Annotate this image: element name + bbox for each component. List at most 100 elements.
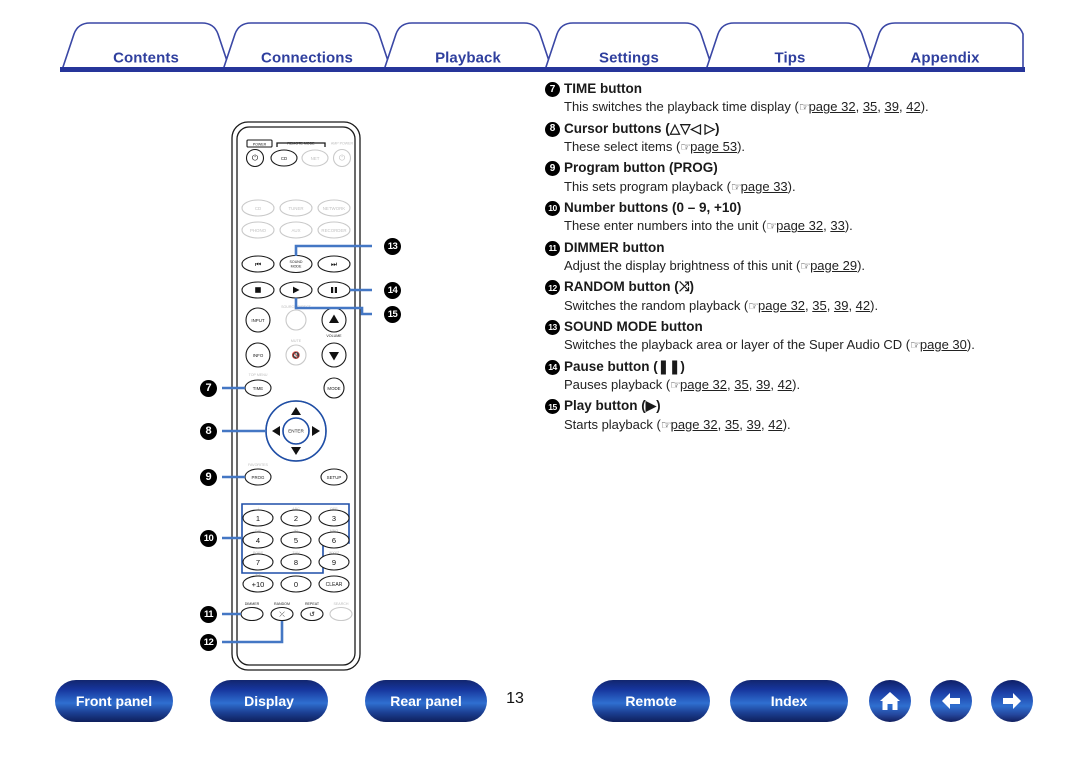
entry-body: This sets program playback (☞page 33). [564, 178, 1045, 196]
svg-text:6: 6 [332, 536, 336, 545]
svg-text:SETUP: SETUP [327, 475, 342, 480]
page-reference-link[interactable]: 39 [747, 417, 761, 432]
page-reference-link[interactable]: 42 [856, 298, 870, 313]
tab-appendix[interactable]: Appendix [867, 50, 1023, 67]
entry-body: These enter numbers into the unit (☞page… [564, 217, 1045, 235]
entry-title: SOUND MODE button [564, 319, 703, 335]
entry-badge-8: 8 [545, 121, 560, 137]
svg-text:AUX: AUX [291, 228, 300, 233]
svg-text:9: 9 [332, 558, 336, 567]
footer-button-index[interactable]: Index [730, 680, 848, 722]
entry-text: ). [870, 297, 879, 313]
entry-body: Pauses playback (☞page 32, 35, 39, 42). [564, 376, 1045, 394]
page-reference-link[interactable]: page 33 [741, 179, 788, 194]
tab-connections[interactable]: Connections [223, 50, 391, 67]
page-reference-link[interactable]: 42 [768, 417, 782, 432]
svg-text:MUTE: MUTE [291, 339, 302, 343]
page-reference-link[interactable]: 33 [830, 218, 844, 233]
footer-button-rear-panel[interactable]: Rear panel [365, 680, 487, 722]
footer-button-front-panel[interactable]: Front panel [55, 680, 173, 722]
footer-button-display[interactable]: Display [210, 680, 328, 722]
entry-body: Switches the random playback (☞page 32, … [564, 297, 1045, 315]
page-reference-link[interactable]: page 32 [758, 298, 805, 313]
entry-text: ). [787, 178, 796, 194]
svg-text:SOUND: SOUND [290, 260, 303, 264]
manual-page: Contents Connections Playback Settings T… [0, 0, 1080, 761]
page-reference-link[interactable]: page 30 [920, 337, 967, 352]
svg-text:REMOTE MODE: REMOTE MODE [287, 141, 315, 145]
home-button[interactable] [869, 680, 911, 722]
entry-body: This switches the playback time display … [564, 98, 1045, 116]
svg-text:+10: +10 [252, 580, 265, 589]
svg-text:VOLUME: VOLUME [326, 334, 342, 338]
description-entry: 14 Pause button (❚❚) Pauses playback (☞pag… [545, 358, 1045, 395]
svg-text:CD: CD [255, 206, 261, 211]
footer-navigation: Front panel Display Rear panel 13 Remote… [0, 680, 1080, 740]
description-entry: 9 Program button (PROG) This sets program … [545, 159, 1045, 196]
description-heading: 13 SOUND MODE button [545, 318, 1045, 336]
page-reference-link[interactable]: page 32 [809, 99, 856, 114]
page-reference-link[interactable]: 39 [834, 298, 848, 313]
entry-text: Starts playback ( [564, 416, 661, 432]
page-reference-link[interactable]: 35 [863, 99, 877, 114]
page-reference-link[interactable]: 39 [756, 377, 770, 392]
page-reference-link[interactable]: 42 [906, 99, 920, 114]
description-entry: 15 Play button (▶) Starts playback (☞page … [545, 397, 1045, 434]
page-reference-link[interactable]: 35 [812, 298, 826, 313]
arrow-right-icon [1000, 689, 1024, 713]
description-heading: 9 Program button (PROG) [545, 159, 1045, 177]
entry-text: This sets program playback ( [564, 178, 731, 194]
pointing-hand-icon: ☞ [800, 258, 811, 273]
back-button[interactable] [930, 680, 972, 722]
entry-badge-7: 7 [545, 82, 560, 97]
page-reference-link[interactable]: 35 [725, 417, 739, 432]
entry-text: Pauses playback ( [564, 376, 671, 392]
svg-text:DIMMER: DIMMER [245, 602, 260, 606]
entry-text: , [739, 416, 747, 432]
entry-text: , [826, 297, 834, 313]
svg-text:4: 4 [256, 536, 260, 545]
pointing-hand-icon: ☞ [680, 139, 691, 154]
page-reference-link[interactable]: 35 [734, 377, 748, 392]
svg-text:⏭: ⏭ [331, 261, 338, 268]
entry-text: ). [857, 257, 866, 273]
pointing-hand-icon: ☞ [670, 377, 681, 392]
callout-15: 15 [384, 306, 401, 323]
page-reference-link[interactable]: page 29 [810, 258, 857, 273]
svg-text:NET: NET [311, 156, 320, 161]
callout-8: 8 [200, 423, 217, 440]
entry-text: ). [966, 337, 975, 353]
svg-text:⏻: ⏻ [339, 153, 346, 162]
pointing-hand-icon: ☞ [798, 100, 810, 115]
svg-text:1: 1 [256, 514, 260, 523]
entry-title: Number buttons (0 – 9, +10) [564, 200, 742, 216]
svg-text:INPUT: INPUT [251, 318, 264, 323]
footer-button-remote[interactable]: Remote [592, 680, 710, 722]
description-entry: 12 RANDOM button (⤨) Switches the random p… [545, 278, 1045, 315]
entry-text: , [877, 99, 885, 115]
home-icon [878, 689, 902, 713]
svg-text:🔇: 🔇 [292, 351, 301, 360]
page-reference-link[interactable]: page 32 [680, 377, 727, 392]
forward-button[interactable] [991, 680, 1033, 722]
entry-text: This switches the playback time display … [564, 99, 799, 115]
entry-badge-15: 15 [545, 399, 560, 415]
entry-badge-14: 14 [545, 359, 560, 375]
entry-text: ). [920, 99, 929, 115]
page-reference-link[interactable]: page 53 [690, 139, 737, 154]
entry-text: , [855, 99, 863, 115]
svg-text:PROG: PROG [252, 475, 266, 480]
page-reference-link[interactable]: page 32 [776, 218, 823, 233]
tab-contents[interactable]: Contents [62, 50, 230, 67]
tab-settings[interactable]: Settings [545, 50, 713, 67]
tab-tips[interactable]: Tips [706, 50, 874, 67]
page-reference-link[interactable]: 39 [885, 99, 899, 114]
page-reference-link[interactable]: page 32 [671, 417, 718, 432]
tab-playback[interactable]: Playback [384, 50, 552, 67]
description-entry: 10 Number buttons (0 – 9, +10) These enter… [545, 199, 1045, 236]
description-entry: 8 Cursor buttons (△▽◁ ▷) These select item… [545, 120, 1045, 157]
page-reference-link[interactable]: 42 [778, 377, 792, 392]
svg-text:SEARCH: SEARCH [334, 602, 349, 606]
entry-badge-9: 9 [545, 161, 560, 177]
entry-title: Play button (▶) [564, 398, 661, 414]
